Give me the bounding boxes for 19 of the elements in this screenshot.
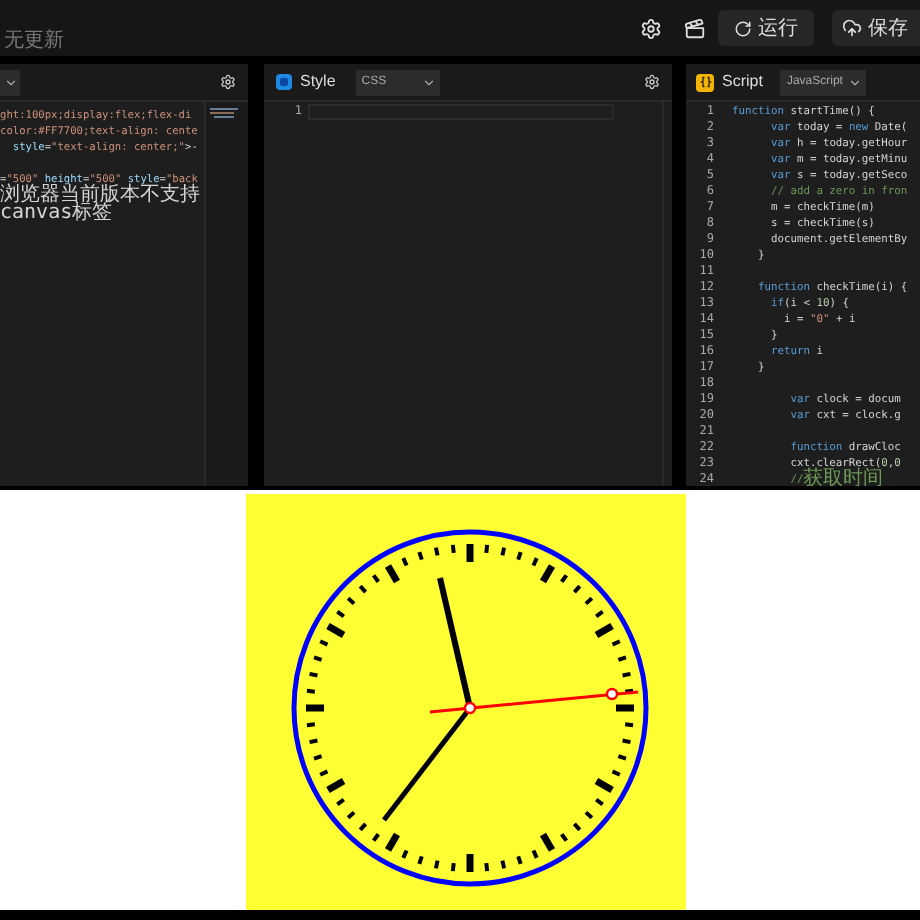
minimap-code-drawing [210,108,242,120]
css-icon [276,74,292,90]
panel-title: Style [300,70,336,94]
cloud-upload-icon [842,18,862,38]
settings-icon[interactable] [644,74,660,90]
run-button[interactable]: 运行 [718,10,814,46]
code-line: 浏览器当前版本不支持canvas标签 [0,188,202,224]
save-button[interactable]: 保存 [832,10,920,46]
caret-icon [421,75,436,89]
status-text: 无更新 [4,30,64,54]
clapperboard-icon[interactable] [684,17,706,39]
caret-icon [3,75,17,89]
caret-icon [848,75,863,89]
panel-title: Script [722,70,763,94]
braces-icon [696,73,714,91]
language-dropdown[interactable] [0,69,20,95]
settings-icon[interactable] [220,74,236,90]
run-icon [734,19,752,37]
settings-icon[interactable] [640,17,662,39]
